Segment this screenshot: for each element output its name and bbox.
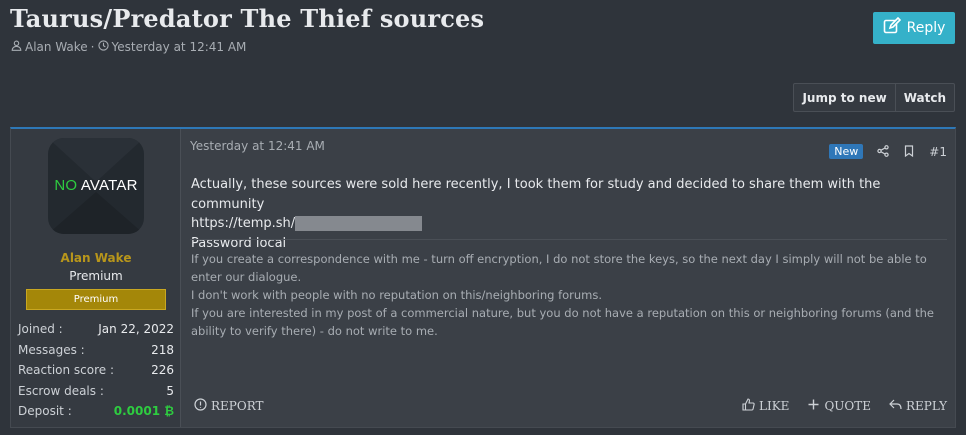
stat-messages: Messages : 218 [18, 340, 174, 361]
report-label: REPORT [211, 399, 264, 413]
thread-button-group: Jump to new Watch [793, 83, 955, 112]
signature-line: If you are interested in my post of a co… [191, 306, 935, 338]
reply-label: REPLY [906, 399, 947, 413]
like-button[interactable]: LIKE [742, 398, 789, 414]
share-icon[interactable] [877, 142, 889, 161]
redacted-block [295, 216, 423, 231]
stat-joined: Joined : Jan 22, 2022 [18, 319, 174, 340]
stat-label: Joined : [18, 322, 63, 337]
jump-to-new-button[interactable]: Jump to new [794, 84, 894, 111]
user-icon [11, 40, 22, 54]
user-title: Premium [69, 269, 123, 283]
stat-label: Reaction score : [18, 363, 115, 378]
user-banner: Premium [26, 289, 166, 310]
like-label: LIKE [759, 399, 790, 413]
warning-icon [194, 398, 207, 414]
stat-value: Jan 22, 2022 [98, 322, 174, 337]
avatar[interactable]: NO AVATAR [48, 138, 144, 234]
bookmark-icon[interactable] [903, 142, 915, 161]
post-body: Actually, these sources were sold here r… [191, 175, 947, 253]
thread-title: Taurus/Predator The Thief sources [10, 4, 485, 33]
post-number-link[interactable]: #1 [929, 145, 947, 159]
quote-button[interactable]: QUOTE [807, 398, 871, 414]
post-content: Yesterday at 12:41 AM New #1 Actually, t… [182, 129, 955, 427]
watch-button[interactable]: Watch [894, 84, 954, 111]
thumbs-up-icon [742, 398, 755, 414]
stat-escrow-deals: Escrow deals : 5 [18, 381, 174, 402]
meta-separator: · [90, 40, 95, 54]
avatar-text-avatar: AVATAR [80, 177, 138, 194]
new-badge: New [829, 144, 864, 159]
user-stats: Joined : Jan 22, 2022 Messages : 218 Rea… [18, 319, 174, 422]
user-info-panel: NO AVATAR Alan Wake Premium Premium Join… [11, 129, 181, 427]
signature-line: If you create a correspondence with me -… [191, 252, 927, 284]
plus-icon [807, 398, 820, 414]
post-date-link[interactable]: Yesterday at 12:41 AM [190, 139, 325, 153]
stat-value: 5 [166, 383, 174, 398]
signature-divider [190, 239, 947, 240]
avatar-text-no: NO [54, 177, 78, 194]
stat-label: Messages : [18, 342, 85, 357]
report-button[interactable]: REPORT [194, 398, 264, 414]
signature: If you create a correspondence with me -… [191, 250, 947, 340]
stat-value: 0.0001 ₿ [113, 404, 174, 419]
quote-label: QUOTE [824, 399, 871, 413]
stat-reaction-score: Reaction score : 226 [18, 360, 174, 381]
reply-arrow-icon [889, 398, 902, 414]
stat-value: 226 [151, 363, 174, 378]
edit-icon [883, 16, 901, 39]
thread-date-link[interactable]: Yesterday at 12:41 AM [112, 40, 247, 54]
thread-page: Taurus/Predator The Thief sources Alan W… [0, 0, 966, 435]
post-link[interactable]: https://temp.sh/ [191, 214, 295, 234]
thread-meta: Alan Wake · Yesterday at 12:41 AM [11, 40, 246, 54]
post-actions: New #1 [829, 142, 947, 161]
stat-value[interactable]: 218 [151, 343, 174, 357]
reply-post-button[interactable]: REPLY [889, 398, 947, 414]
reply-button[interactable]: Reply [873, 12, 955, 44]
thread-author-link[interactable]: Alan Wake [25, 40, 88, 54]
post-body-line: Actually, these sources were sold here r… [191, 177, 881, 212]
stat-label: Escrow deals : [18, 383, 104, 398]
clock-icon [97, 40, 109, 54]
stat-deposit: Deposit : 0.0001 ₿ [18, 401, 174, 422]
stat-label: Deposit : [18, 404, 72, 419]
post-card: NO AVATAR Alan Wake Premium Premium Join… [10, 127, 956, 428]
post-footer-actions: LIKE QUOTE REPLY [742, 398, 947, 414]
reply-button-label: Reply [906, 20, 946, 36]
signature-line: I don't work with people with no reputat… [191, 288, 603, 302]
post-link-line: https://temp.sh/ [191, 214, 947, 234]
username-link[interactable]: Alan Wake [11, 251, 181, 265]
